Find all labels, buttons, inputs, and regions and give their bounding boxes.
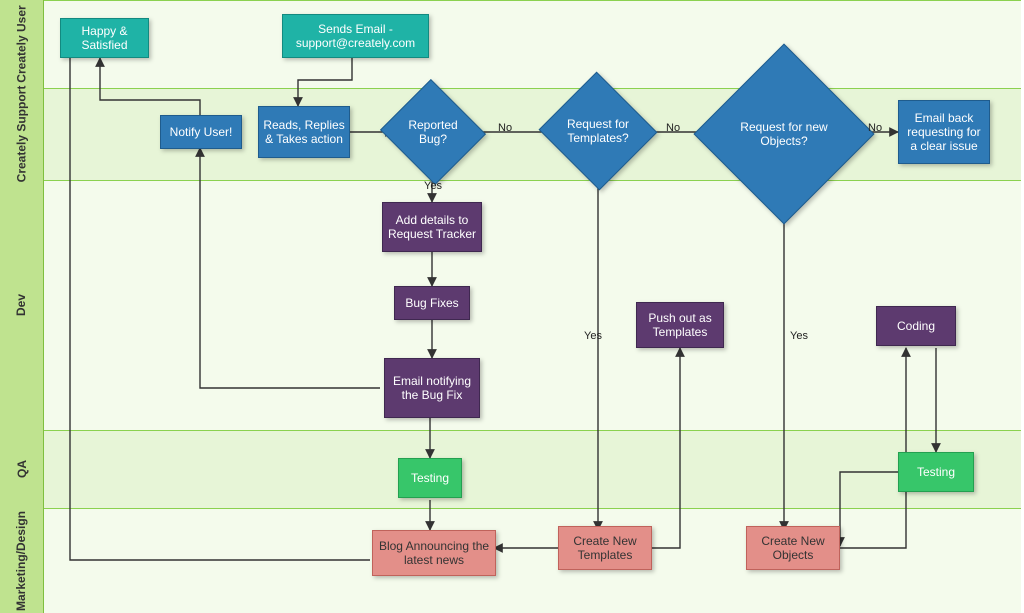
lane-qa (43, 430, 1021, 509)
lane-label-qa: QA (0, 430, 43, 508)
node-add-tracker[interactable]: Add details to Request Tracker (382, 202, 482, 252)
label-yes-bug: Yes (424, 180, 442, 192)
label-no-objects: No (868, 122, 882, 134)
node-reads-replies[interactable]: Reads, Replies & Takes action (258, 106, 350, 158)
decision-request-templates[interactable]: Request for Templates? (555, 90, 641, 172)
node-create-templates[interactable]: Create New Templates (558, 526, 652, 570)
label-yes-templates: Yes (584, 330, 602, 342)
lane-user (43, 0, 1021, 89)
node-bug-fixes[interactable]: Bug Fixes (394, 286, 470, 320)
label-no-templates: No (666, 122, 680, 134)
node-create-objects[interactable]: Create New Objects (746, 526, 840, 570)
lane-dev (43, 180, 1021, 431)
lane-label-marketing: Marketing/Design (0, 508, 43, 613)
node-coding[interactable]: Coding (876, 306, 956, 346)
decision-reported-bug[interactable]: Reported Bug? (394, 96, 472, 168)
node-testing-1[interactable]: Testing (398, 458, 462, 498)
lane-label-dev: Dev (0, 180, 43, 430)
node-sends-email[interactable]: Sends Email - support@creately.com (282, 14, 429, 58)
node-email-bugfix[interactable]: Email notifying the Bug Fix (384, 358, 480, 418)
node-notify-user[interactable]: Notify User! (160, 115, 242, 149)
label-yes-objects: Yes (790, 330, 808, 342)
lane-labels-column: Creately User Creately Support Dev QA Ma… (0, 0, 44, 613)
lane-label-user: Creately User (0, 0, 43, 88)
swimlane-flowchart: Creately User Creately Support Dev QA Ma… (0, 0, 1024, 613)
lane-label-support: Creately Support (0, 88, 43, 180)
label-no-bug: No (498, 122, 512, 134)
node-testing-2[interactable]: Testing (898, 452, 974, 492)
decision-request-objects[interactable]: Request for new Objects? (720, 70, 848, 198)
lane-marketing (43, 508, 1021, 613)
node-blog[interactable]: Blog Announcing the latest news (372, 530, 496, 576)
node-happy-satisfied[interactable]: Happy & Satisfied (60, 18, 149, 58)
node-email-clear-issue[interactable]: Email back requesting for a clear issue (898, 100, 990, 164)
node-push-templates[interactable]: Push out as Templates (636, 302, 724, 348)
